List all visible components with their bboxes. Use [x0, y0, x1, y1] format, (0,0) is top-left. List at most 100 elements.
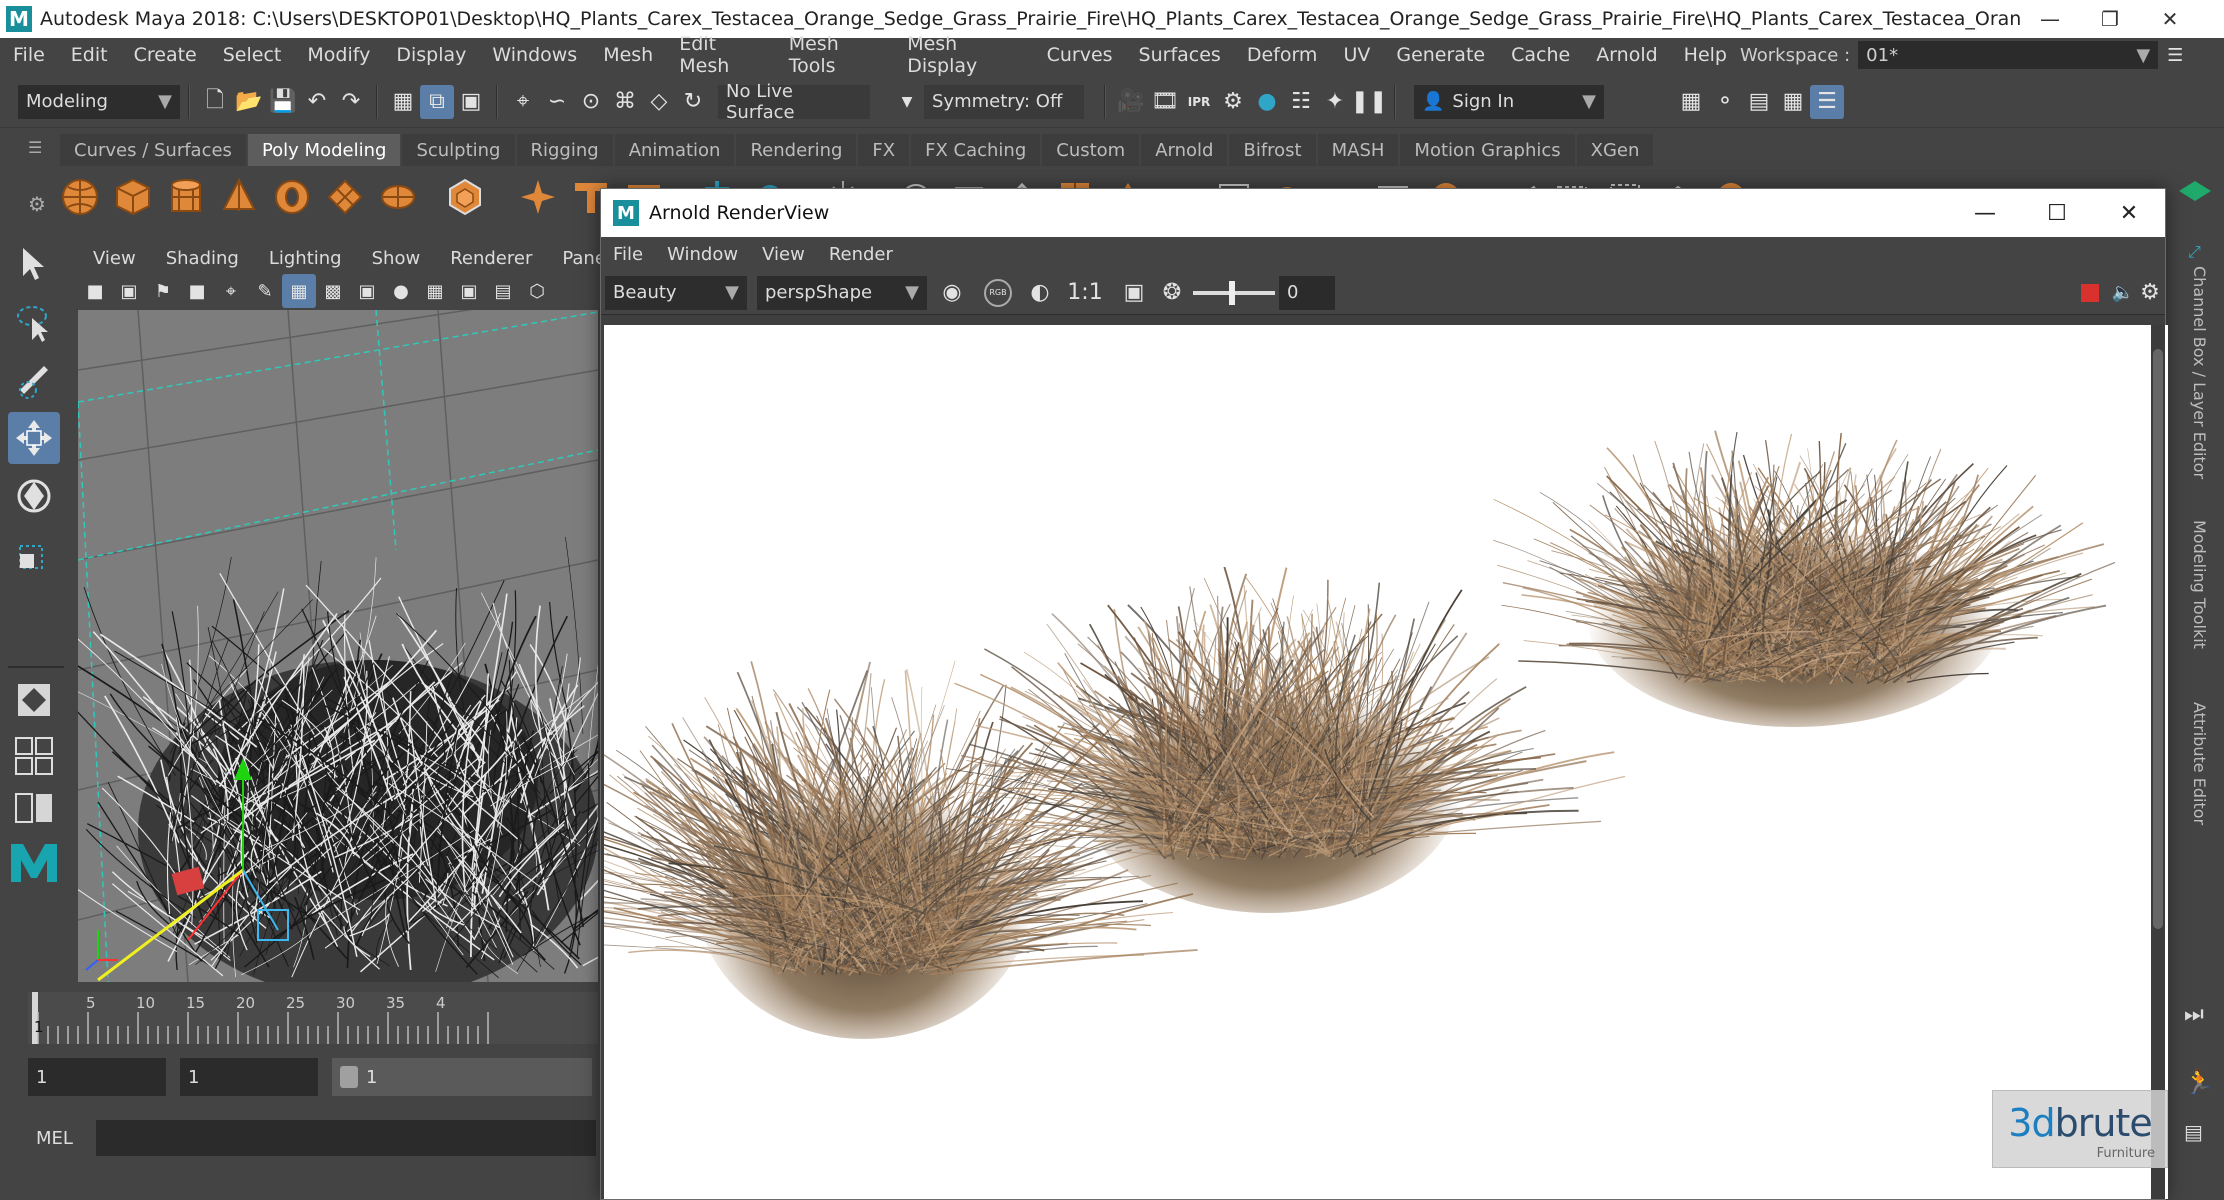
close-button[interactable]: ✕	[2140, 0, 2200, 38]
snap-curve-icon[interactable]: ∽	[540, 85, 574, 119]
menu-curves[interactable]: Curves	[1034, 44, 1126, 66]
renderview-menu-render[interactable]: Render	[817, 244, 905, 265]
safe-title-icon[interactable]: ▤	[486, 274, 520, 308]
renderview-menu-window[interactable]: Window	[655, 244, 750, 265]
symmetry-field[interactable]: Symmetry: Off	[924, 84, 1084, 119]
camera-attributes-icon[interactable]: ▣	[112, 274, 146, 308]
poly-cone-icon[interactable]	[219, 175, 259, 219]
renderview-titlebar[interactable]: M Arnold RenderView — ☐ ✕	[601, 189, 2165, 237]
menu-edit[interactable]: Edit	[58, 44, 121, 66]
viewport-menu-show[interactable]: Show	[357, 248, 436, 269]
tab-channel-box[interactable]: Channel Box / Layer Editor	[2190, 256, 2209, 489]
menu-cache[interactable]: Cache	[1498, 44, 1583, 66]
select-hierarchy-icon[interactable]: ▦	[386, 85, 420, 119]
snap-point-icon[interactable]: ⊙	[574, 85, 608, 119]
skip-to-end-icon[interactable]: ⏭	[2184, 1002, 2204, 1027]
undo-icon[interactable]: ↶	[300, 85, 334, 119]
shelf-tab-fx-caching[interactable]: FX Caching	[911, 134, 1041, 166]
platonic-solid-icon[interactable]	[445, 175, 485, 219]
ipr-icon[interactable]: IPR	[1182, 85, 1216, 119]
shelf-tab-animation[interactable]: Animation	[614, 134, 735, 166]
animation-start-field[interactable]: 1	[180, 1058, 318, 1096]
snap-grid-icon[interactable]: ⌖	[506, 85, 540, 119]
menu-file[interactable]: File	[0, 44, 58, 66]
shelf-tab-mash[interactable]: MASH	[1317, 134, 1399, 166]
menuset-dropdown[interactable]: Modeling ▼	[18, 84, 180, 119]
poly-cylinder-icon[interactable]	[166, 175, 206, 219]
two-d-pan-icon[interactable]: ⌖	[214, 274, 248, 308]
shelf-tab-fx[interactable]: FX	[858, 134, 910, 166]
menu-display[interactable]: Display	[383, 44, 479, 66]
character-icon[interactable]: 🏃	[2184, 1068, 2214, 1096]
scale-tool-icon[interactable]	[8, 528, 60, 580]
new-scene-icon[interactable]: 🗋	[198, 85, 232, 119]
render-sequence-icon[interactable]: 🎞	[1148, 85, 1182, 119]
rotate-tool-icon[interactable]	[8, 470, 60, 522]
menu-mesh[interactable]: Mesh	[590, 44, 666, 66]
speaker-icon[interactable]: 🔈	[2111, 276, 2135, 310]
lasso-tool-icon[interactable]	[8, 296, 60, 348]
shelf-menu-icon[interactable]: ☰	[28, 138, 42, 162]
gate-mask-icon[interactable]: ●	[384, 274, 418, 308]
viewport-menu-shading[interactable]: Shading	[151, 248, 254, 269]
shelf-tab-xgen[interactable]: XGen	[1576, 134, 1654, 166]
minimize-button[interactable]: —	[2020, 0, 2080, 38]
stop-render-icon[interactable]	[2081, 283, 2099, 302]
bookmark-icon[interactable]: ⚑	[146, 274, 180, 308]
grease-pencil-icon[interactable]: ✎	[248, 274, 282, 308]
sign-in-button[interactable]: 👤 Sign In ▼	[1414, 84, 1604, 119]
poly-disc-icon[interactable]	[378, 175, 418, 219]
open-scene-icon[interactable]: 📂	[232, 85, 266, 119]
renderview-menu-file[interactable]: File	[601, 244, 655, 265]
menu-arnold[interactable]: Arnold	[1583, 44, 1670, 66]
tool-settings-icon[interactable]: ▦	[1776, 85, 1810, 119]
tab-modeling-toolkit[interactable]: Modeling Toolkit	[2190, 510, 2209, 659]
shelf-tab-arnold[interactable]: Arnold	[1141, 134, 1228, 166]
select-tool-icon[interactable]	[8, 238, 60, 290]
wireframe-icon[interactable]: ⬡	[520, 274, 554, 308]
scrollbar-thumb[interactable]	[2153, 349, 2163, 929]
viewport-menu-view[interactable]: View	[78, 248, 151, 269]
region-render-icon[interactable]: ◉	[935, 276, 969, 310]
render-setup-icon[interactable]: ☷	[1284, 85, 1318, 119]
redo-icon[interactable]: ↷	[334, 85, 368, 119]
chevron-down-icon[interactable]: ▼	[890, 85, 924, 119]
viewport-menu-lighting[interactable]: Lighting	[254, 248, 357, 269]
rgb-channel-icon[interactable]: RGB	[981, 276, 1015, 310]
move-tool-icon[interactable]	[8, 412, 60, 464]
menu-select[interactable]: Select	[210, 44, 295, 66]
render-settings-icon[interactable]: ⚙	[1216, 85, 1250, 119]
field-chart-icon[interactable]: ▦	[418, 274, 452, 308]
menu-mesh-display[interactable]: Mesh Display	[894, 33, 1033, 77]
menu-generate[interactable]: Generate	[1383, 44, 1498, 66]
workspace-dropdown[interactable]: 01* ▼	[1858, 41, 2159, 69]
renderview-scrollbar[interactable]	[2151, 325, 2165, 1199]
renderview-minimize-button[interactable]: —	[1949, 189, 2021, 237]
menu-edit-mesh[interactable]: Edit Mesh	[666, 33, 775, 77]
menu-surfaces[interactable]: Surfaces	[1126, 44, 1234, 66]
perspective-viewport[interactable]	[78, 310, 598, 982]
shelf-tab-bifrost[interactable]: Bifrost	[1229, 134, 1316, 166]
renderview-menu-view[interactable]: View	[750, 244, 817, 265]
script-editor-icon[interactable]: ▤	[2184, 1120, 2203, 1144]
workspace-settings-icon[interactable]: ☰	[2158, 38, 2192, 72]
safe-action-icon[interactable]: ▣	[452, 274, 486, 308]
light-editor-icon[interactable]: ✦	[1318, 85, 1352, 119]
save-scene-icon[interactable]: 💾	[266, 85, 300, 119]
ratio-button[interactable]: 1:1	[1065, 276, 1105, 310]
poly-sphere-icon[interactable]	[60, 175, 100, 219]
poly-torus-icon[interactable]	[272, 175, 312, 219]
camera-select-icon[interactable]: ■	[78, 274, 112, 308]
select-component-icon[interactable]: ▣	[454, 85, 488, 119]
automatic-map-icon[interactable]	[2175, 175, 2215, 219]
shelf-tab-curves-surfaces[interactable]: Curves / Surfaces	[60, 134, 246, 166]
renderview-settings-icon[interactable]: ⚙	[2135, 276, 2165, 310]
aov-dropdown[interactable]: Beauty ▼	[605, 275, 747, 310]
shelf-tab-motion-graphics[interactable]: Motion Graphics	[1400, 134, 1575, 166]
shelf-tab-custom[interactable]: Custom	[1042, 134, 1140, 166]
select-object-icon[interactable]: ⧉	[420, 84, 454, 119]
menu-help[interactable]: Help	[1671, 44, 1740, 66]
command-input[interactable]	[96, 1120, 596, 1156]
modeling-toolkit-icon[interactable]: ▦	[1674, 85, 1708, 119]
playback-range-bar[interactable]: 1	[332, 1058, 592, 1096]
